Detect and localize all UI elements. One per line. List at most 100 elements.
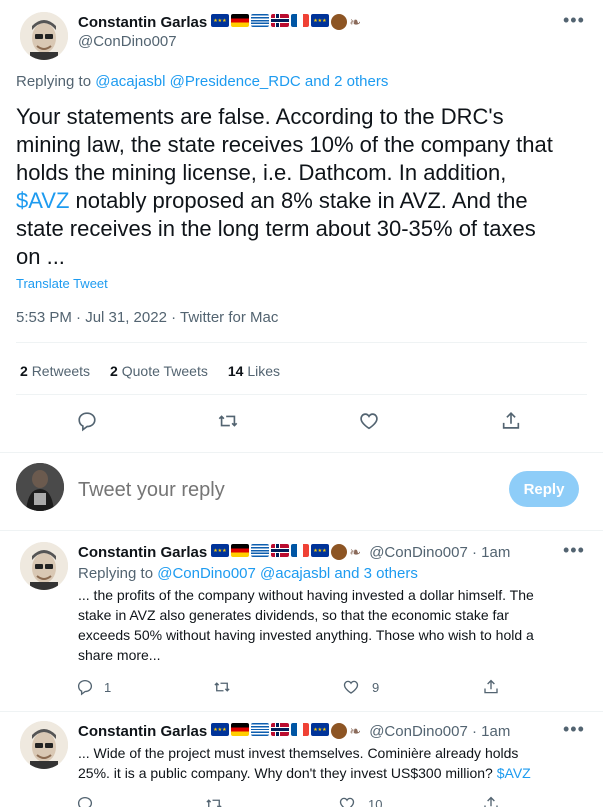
replying-label: Replying to	[16, 73, 92, 90]
heart-icon[interactable]	[338, 795, 356, 807]
raised-fist-icon	[331, 14, 348, 30]
greece-flag-icon	[251, 723, 270, 736]
reply-action-share[interactable]	[482, 678, 500, 701]
eu-flag-icon	[211, 544, 230, 557]
replying-label: Replying to	[78, 565, 154, 582]
reply-author-avatar[interactable]	[20, 542, 68, 590]
name-emoji-flags: ❧	[211, 14, 365, 30]
reply-input[interactable]	[78, 476, 478, 504]
feather-icon: ❧	[349, 723, 361, 739]
likes-label: Likes	[247, 363, 281, 379]
reply-action-retweet[interactable]	[213, 678, 231, 701]
norway-flag-icon	[271, 544, 290, 557]
author-name-row: Constantin Garlas ❧	[78, 12, 365, 32]
reply-icon[interactable]	[70, 404, 104, 438]
author-handle[interactable]: @ConDino007	[78, 33, 177, 50]
replying-to-line: Replying to @ConDino007 @acajasbl and 3 …	[78, 565, 418, 582]
raised-fist-icon	[331, 723, 348, 739]
tweet-text-line: $AVZ notably proposed an 8% stake in AVZ…	[16, 187, 596, 215]
divider	[0, 530, 603, 531]
eu-flag-icon	[211, 723, 230, 736]
heart-icon[interactable]	[352, 404, 386, 438]
france-flag-icon	[291, 723, 310, 736]
reply-action-like[interactable]: 9	[342, 678, 379, 696]
cashtag-link[interactable]: $AVZ	[497, 765, 531, 781]
reply-action-like[interactable]: 10	[338, 795, 382, 807]
avatar-image	[20, 12, 68, 60]
reply-text: ... the profits of the company without h…	[78, 585, 593, 665]
more-icon[interactable]: •••	[563, 10, 585, 31]
name-emoji-flags: ❧	[211, 723, 365, 739]
tweet-timestamp-row: 5:53 PM · Jul 31, 2022 · Twitter for Mac	[16, 309, 278, 326]
divider	[0, 711, 603, 712]
eu-flag-icon	[311, 14, 330, 27]
reply-action-reply[interactable]	[76, 795, 94, 807]
retweet-icon[interactable]	[213, 678, 231, 696]
reply-text-line: ... Wide of the project must invest them…	[78, 745, 519, 761]
greece-flag-icon	[251, 544, 270, 557]
cashtag-link[interactable]: $AVZ	[16, 188, 69, 213]
author-avatar[interactable]	[20, 12, 68, 60]
share-icon[interactable]	[494, 404, 528, 438]
norway-flag-icon	[271, 14, 290, 27]
tweet-text-segment: notably proposed an 8% stake in AVZ. And…	[69, 188, 528, 213]
replying-to-users[interactable]: @acajasbl @Presidence_RDC and 2 others	[95, 73, 388, 90]
more-icon[interactable]: •••	[563, 719, 585, 740]
current-user-avatar[interactable]	[16, 463, 64, 511]
tweet-text-line: Your statements are false. According to …	[16, 104, 504, 129]
reply-icon[interactable]	[76, 795, 94, 807]
quote-tweets-stat[interactable]: 2 Quote Tweets	[110, 363, 208, 379]
reply-handle-time[interactable]: @ConDino007 · 1am	[369, 544, 510, 561]
reply-text-line: exceeds 50% without having invested anyt…	[78, 627, 534, 643]
translate-tweet-link[interactable]: Translate Tweet	[16, 276, 108, 291]
replying-to-line: Replying to @acajasbl @Presidence_RDC an…	[16, 73, 388, 90]
reply-action-reply[interactable]: 1	[76, 678, 111, 696]
reply-header: Constantin Garlas ❧ @ConDino007 · 1am	[78, 542, 510, 562]
reply-author-name[interactable]: Constantin Garlas	[78, 544, 207, 561]
germany-flag-icon	[231, 723, 250, 736]
reply-text: ... Wide of the project must invest them…	[78, 743, 593, 783]
retweets-label: Retweets	[31, 363, 91, 379]
reply-author-avatar[interactable]	[20, 721, 68, 769]
reply-text-line: share more...	[78, 647, 161, 663]
like-count: 10	[368, 796, 383, 807]
avatar-image	[20, 721, 68, 769]
more-icon[interactable]: •••	[563, 540, 585, 561]
retweets-count: 2	[20, 363, 28, 379]
retweet-icon[interactable]	[211, 404, 245, 438]
avatar-image	[20, 542, 68, 590]
feather-icon: ❧	[349, 14, 361, 30]
eu-flag-icon	[211, 14, 230, 27]
france-flag-icon	[291, 14, 310, 27]
reply-action-share[interactable]	[482, 795, 500, 807]
france-flag-icon	[291, 544, 310, 557]
tweet-source[interactable]: Twitter for Mac	[180, 309, 278, 326]
reply-text-segment: 25%. it is a public company. Why don't t…	[78, 765, 493, 781]
tweet-text: Your statements are false. According to …	[16, 103, 596, 271]
tweet-time[interactable]: 5:53 PM · Jul 31, 2022 ·	[16, 309, 176, 326]
eu-flag-icon	[311, 544, 330, 557]
reply-author-name[interactable]: Constantin Garlas	[78, 723, 207, 740]
reply-icon[interactable]	[76, 678, 94, 696]
author-name[interactable]: Constantin Garlas	[78, 14, 207, 31]
retweets-stat[interactable]: 2 Retweets	[20, 363, 90, 379]
replying-to-users[interactable]: @ConDino007 @acajasbl and 3 others	[157, 565, 418, 582]
share-icon[interactable]	[482, 795, 500, 807]
feather-icon: ❧	[349, 544, 361, 560]
heart-icon[interactable]	[342, 678, 360, 696]
reply-header: Constantin Garlas ❧ @ConDino007 · 1am	[78, 721, 510, 741]
reply-action-retweet[interactable]	[205, 795, 223, 807]
norway-flag-icon	[271, 723, 290, 736]
reply-button[interactable]: Reply	[509, 471, 579, 507]
tweet-stats: 2 Retweets 2 Quote Tweets 14 Likes	[20, 363, 280, 379]
germany-flag-icon	[231, 14, 250, 27]
likes-stat[interactable]: 14 Likes	[228, 363, 280, 379]
share-icon[interactable]	[482, 678, 500, 696]
reply-handle-time[interactable]: @ConDino007 · 1am	[369, 723, 510, 740]
quotes-label: Quote Tweets	[121, 363, 208, 379]
reply-count: 1	[104, 679, 112, 695]
raised-fist-icon	[331, 544, 348, 560]
retweet-icon[interactable]	[205, 795, 223, 807]
avatar-image	[16, 463, 64, 511]
reply-text-line: 25%. it is a public company. Why don't t…	[78, 763, 593, 783]
